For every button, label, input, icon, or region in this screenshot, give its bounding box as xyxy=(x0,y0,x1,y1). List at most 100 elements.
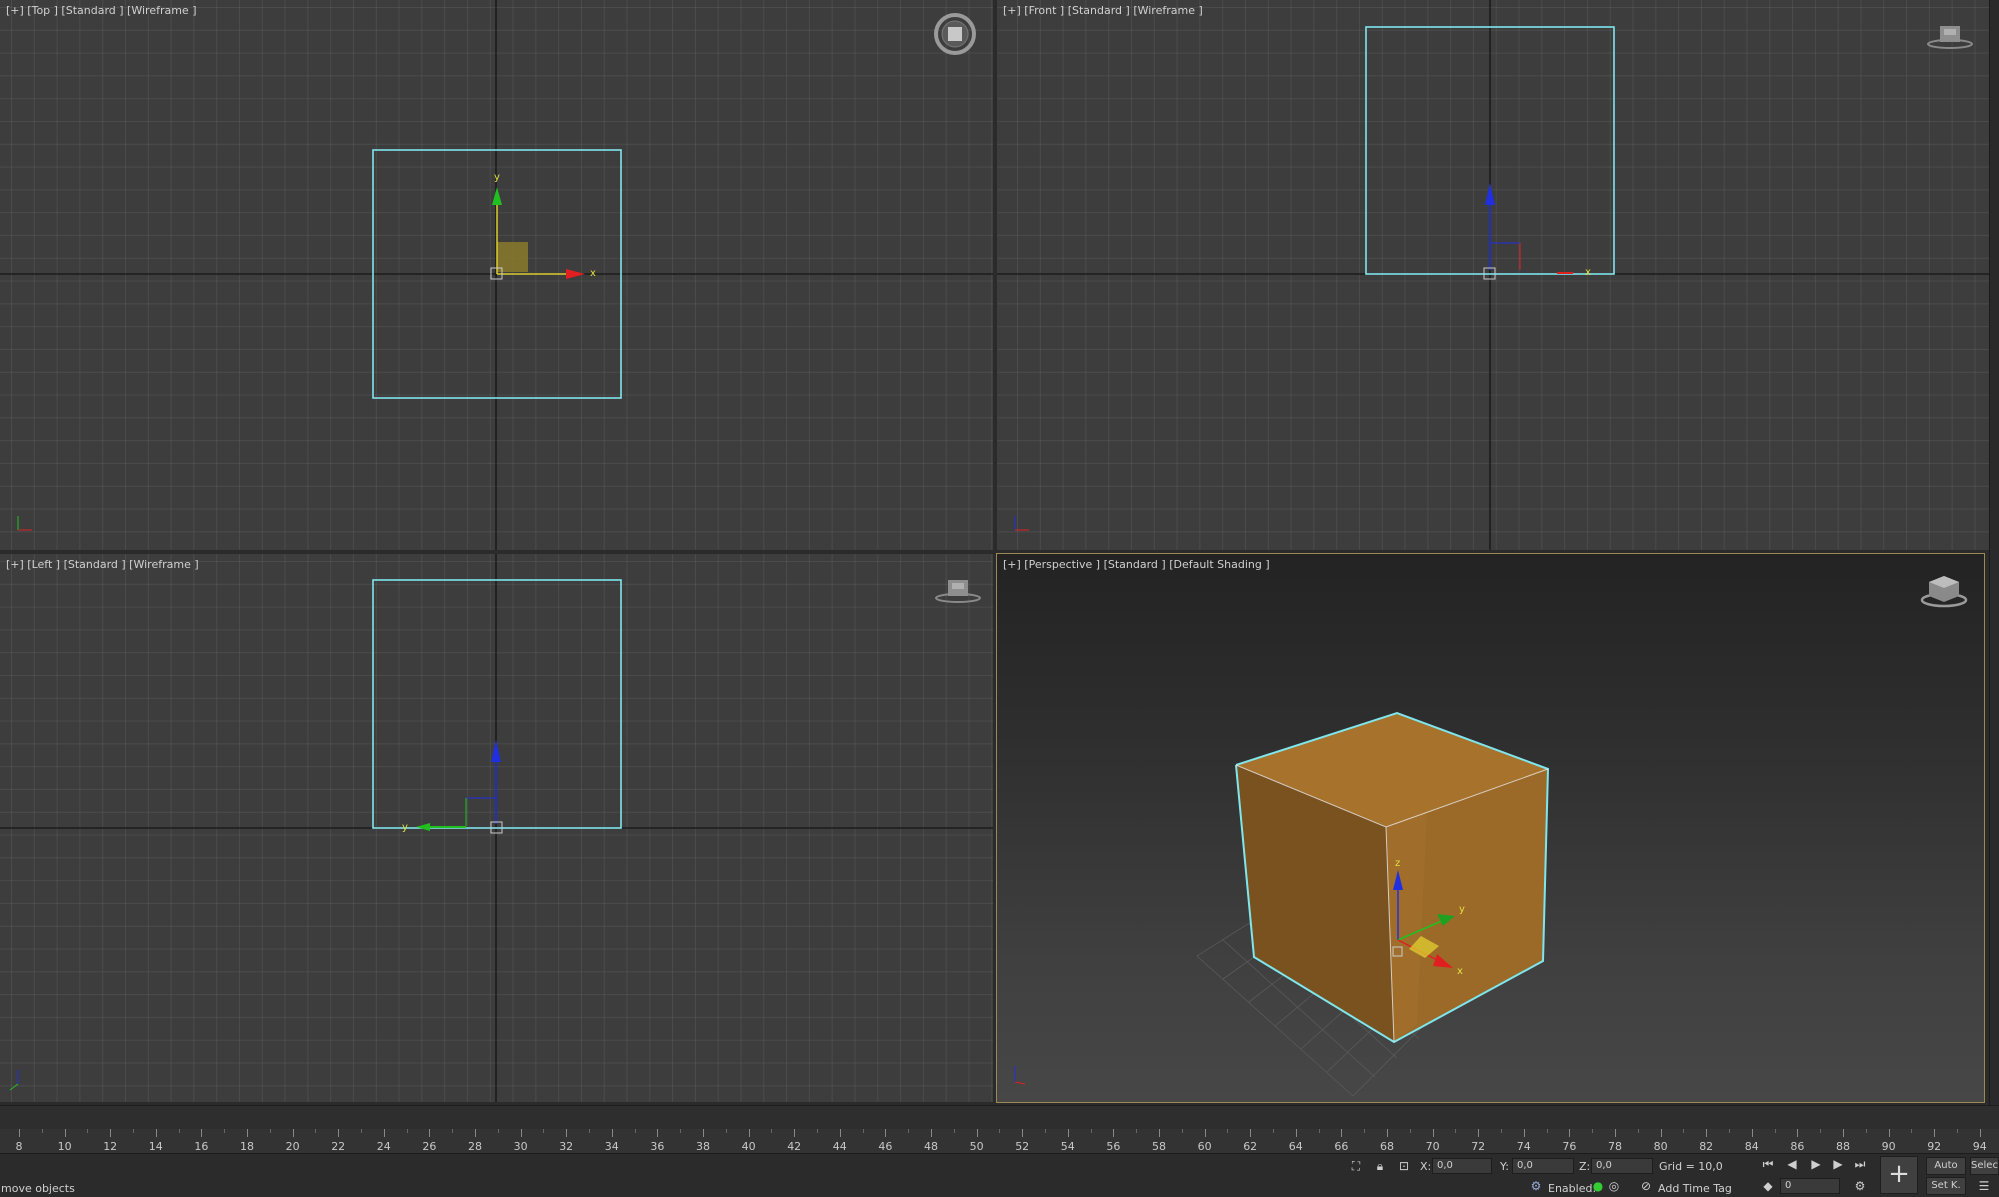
perspective-viewport-label[interactable]: [+] [Perspective ] [Standard ] [Default … xyxy=(1003,558,1270,571)
timeline-tick-mark xyxy=(1979,1129,1981,1137)
timeline-tick-label: 30 xyxy=(513,1140,528,1153)
key-mode-toggle-icon[interactable]: ◆ xyxy=(1760,1178,1776,1194)
front-viewport-canvas: x xyxy=(997,0,1999,550)
timeline-tick-label: 70 xyxy=(1425,1140,1440,1153)
timeline-minor-tick xyxy=(452,1129,454,1133)
timeline-minor-tick xyxy=(315,1129,317,1133)
timeline-tick-mark xyxy=(429,1129,431,1137)
axis-y-label: y xyxy=(1459,904,1465,915)
goto-start-icon[interactable]: ⏮ xyxy=(1760,1156,1776,1172)
y-axis-arrow xyxy=(492,187,502,205)
viewcube-icon[interactable] xyxy=(933,574,983,604)
command-panel-edge[interactable] xyxy=(1989,0,1999,1105)
time-tag-icon[interactable]: ⊘ xyxy=(1638,1178,1654,1194)
y-coord-field[interactable]: 0,0 xyxy=(1512,1158,1574,1174)
y-coord-label: Y: xyxy=(1500,1160,1509,1173)
timeline-track[interactable]: 8 10 12 14 16 18 20 22 24 26 28 30 32 34 36 38 40 42 44 46 4… xyxy=(0,1105,1999,1154)
timeline-tick-label: 54 xyxy=(1060,1140,1075,1153)
left-viewport-canvas: y xyxy=(0,554,993,1102)
play-icon[interactable]: ▶ xyxy=(1808,1156,1824,1172)
timeline-minor-tick xyxy=(543,1129,545,1133)
add-key-icon[interactable]: + xyxy=(1880,1156,1918,1194)
timeline-tick-mark xyxy=(885,1129,887,1137)
previous-frame-icon[interactable]: ◀ xyxy=(1784,1156,1800,1172)
timeline-minor-tick xyxy=(771,1129,773,1133)
prompt-line: move objects xyxy=(1,1182,75,1195)
time-configuration-icon[interactable]: ⚙ xyxy=(1852,1178,1868,1194)
top-viewport[interactable]: [+] [Top ] [Standard ] [Wireframe ] y x xyxy=(0,0,993,550)
x-coord-field[interactable]: 0,0 xyxy=(1432,1158,1492,1174)
timeline-tick-label: 40 xyxy=(741,1140,756,1153)
timeline-minor-tick xyxy=(1409,1129,1411,1133)
timeline-minor-tick xyxy=(1501,1129,1502,1133)
perspective-viewport[interactable]: [+] [Perspective ] [Standard ] [Default … xyxy=(996,553,1985,1103)
left-viewport-label[interactable]: [+] [Left ] [Standard ] [Wireframe ] xyxy=(6,558,199,571)
absolute-mode-icon[interactable]: ⊡ xyxy=(1396,1158,1412,1174)
axis-y-label: y xyxy=(402,822,408,833)
timeline-tick-mark xyxy=(1843,1129,1844,1137)
timeline-tick-mark xyxy=(64,1129,66,1137)
timeline-tick-label: 36 xyxy=(650,1140,665,1153)
selection-lock-icon[interactable]: 🔒︎ xyxy=(1372,1158,1388,1174)
left-viewport[interactable]: [+] [Left ] [Standard ] [Wireframe ] y xyxy=(0,554,993,1102)
timeline-tick-mark xyxy=(611,1129,613,1137)
timeline-tick-label: 12 xyxy=(103,1140,118,1153)
timeline-minor-tick xyxy=(862,1129,864,1133)
adaptive-degradation-icon[interactable]: ⚙ xyxy=(1528,1178,1544,1194)
timeline-minor-tick xyxy=(1683,1129,1685,1133)
z-coord-label: Z: xyxy=(1579,1160,1591,1173)
viewcube-steering-wheel-icon[interactable] xyxy=(932,12,978,58)
timeline-tick-mark xyxy=(1615,1129,1616,1137)
timeline-tick-mark xyxy=(794,1129,796,1137)
timeline-tick-mark xyxy=(1250,1129,1252,1137)
axis-x-label: x xyxy=(590,268,596,279)
auto-key-button[interactable]: Auto xyxy=(1926,1157,1966,1175)
timeline-minor-tick xyxy=(361,1129,362,1133)
timeline-tick-label: 26 xyxy=(422,1140,437,1153)
timeline-tick-mark xyxy=(1432,1129,1434,1137)
timeline-minor-tick xyxy=(41,1129,43,1133)
timeline-tick-label: 60 xyxy=(1197,1140,1212,1153)
viewcube-icon[interactable] xyxy=(1919,570,1969,610)
front-viewport-label[interactable]: [+] [Front ] [Standard ] [Wireframe ] xyxy=(1003,4,1203,17)
timeline-tick-mark xyxy=(1569,1129,1571,1137)
timeline-tick-label: 22 xyxy=(331,1140,346,1153)
timeline-tick-label: 86 xyxy=(1790,1140,1805,1153)
enabled-status-dot-icon[interactable]: ● xyxy=(1590,1178,1606,1194)
timeline-minor-tick xyxy=(87,1129,89,1133)
timeline-tick-mark xyxy=(201,1129,203,1137)
z-coord-field[interactable]: 0,0 xyxy=(1591,1158,1653,1174)
timeline-minor-tick xyxy=(953,1129,955,1133)
z-axis-arrow xyxy=(491,740,501,762)
timeline-tick-mark xyxy=(1660,1129,1662,1137)
timeline-tick-label: 18 xyxy=(240,1140,254,1153)
timeline-tick-label: 8 xyxy=(15,1140,23,1153)
timeline-tick-label: 20 xyxy=(285,1140,300,1153)
timeline-tick-label: 44 xyxy=(832,1140,847,1153)
next-frame-icon[interactable]: ▶ xyxy=(1830,1156,1846,1172)
status-bar: move objects ⛶ 🔒︎ ⊡ X: 0,0 Y: 0,0 Z: 0,0… xyxy=(0,1153,1999,1197)
timeline-tick-mark xyxy=(1159,1129,1160,1137)
top-viewport-label[interactable]: [+] [Top ] [Standard ] [Wireframe ] xyxy=(6,4,197,17)
timeline-minor-tick xyxy=(1820,1129,1822,1133)
timeline-tick-label: 46 xyxy=(878,1140,893,1153)
settings-circle-icon[interactable]: ◎ xyxy=(1606,1178,1622,1194)
timeline-tick-label: 68 xyxy=(1380,1140,1394,1153)
goto-end-icon[interactable]: ⏭ xyxy=(1852,1156,1868,1172)
timeline-minor-tick xyxy=(1865,1129,1867,1133)
axis-z-label: z xyxy=(1395,858,1400,869)
add-time-tag-button[interactable]: Add Time Tag xyxy=(1658,1182,1732,1195)
key-filters-icon[interactable]: ☰ xyxy=(1976,1178,1992,1194)
set-key-button[interactable]: Set K. xyxy=(1926,1177,1966,1195)
timeline-tick-mark xyxy=(976,1129,978,1137)
current-frame-field[interactable]: 0 xyxy=(1780,1178,1840,1194)
axis-y-label: y xyxy=(494,172,500,183)
timeline-minor-tick xyxy=(999,1129,1001,1133)
isolate-selection-icon[interactable]: ⛶ xyxy=(1348,1158,1364,1174)
timeline-tick-label: 66 xyxy=(1334,1140,1349,1153)
front-viewport[interactable]: [+] [Front ] [Standard ] [Wireframe ] x xyxy=(997,0,1999,550)
selected-dropdown[interactable]: Selec xyxy=(1970,1157,1999,1175)
viewcube-icon[interactable] xyxy=(1925,20,1975,50)
timeline-tick-mark xyxy=(1706,1129,1708,1137)
timeline-tick-mark xyxy=(1067,1129,1069,1137)
